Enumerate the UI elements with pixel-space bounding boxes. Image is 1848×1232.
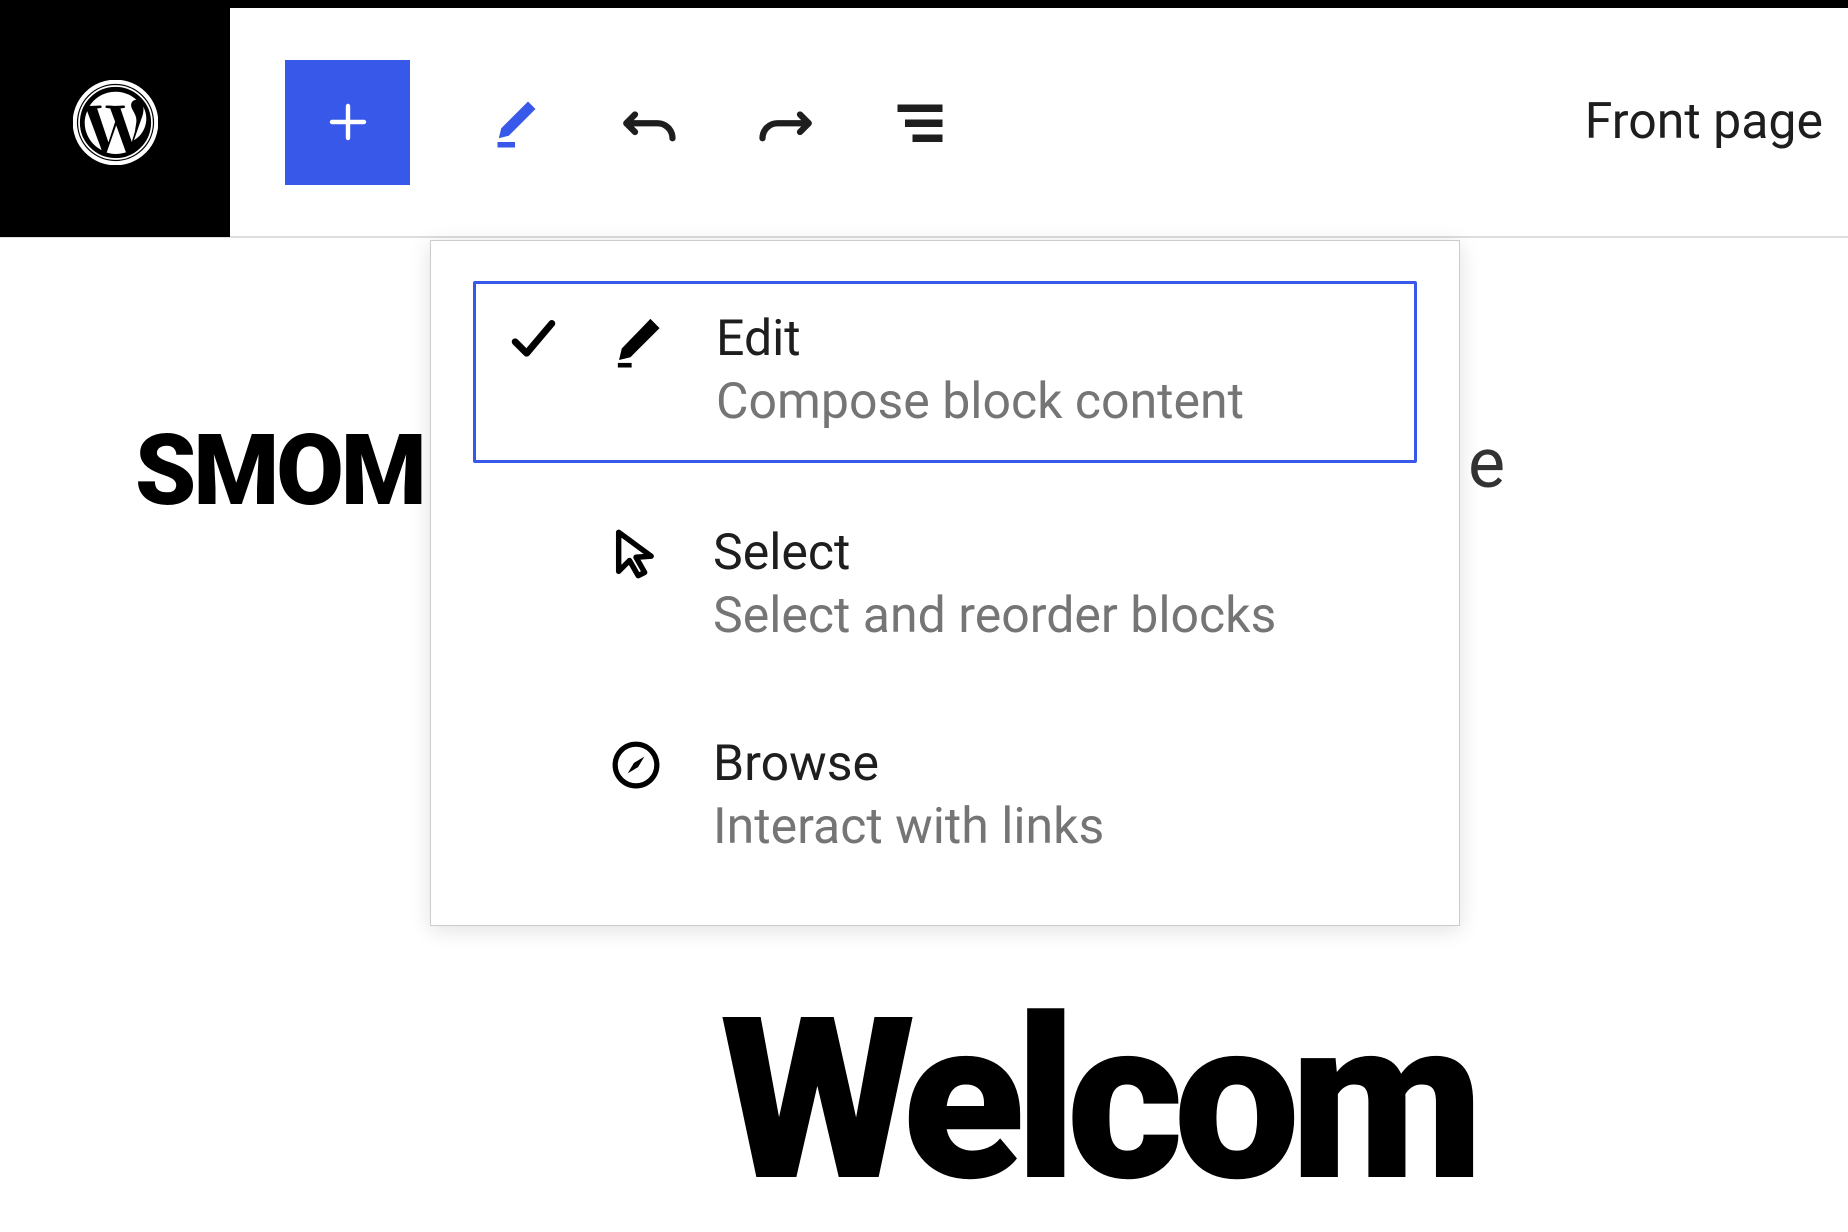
tools-mode-dropdown: Edit Compose block content Select Select…	[430, 240, 1460, 926]
dropdown-item-edit[interactable]: Edit Compose block content	[473, 281, 1417, 463]
site-title-partial: SMOM	[135, 413, 424, 528]
pencil-draw-icon	[611, 312, 666, 367]
toolbar-button-group	[230, 60, 950, 185]
wordpress-logo-button[interactable]	[0, 7, 230, 237]
dropdown-item-title: Select	[713, 526, 1387, 581]
page-title[interactable]: Front page	[1585, 93, 1823, 151]
pencil-icon	[485, 86, 545, 158]
list-view-icon	[890, 87, 950, 157]
undo-icon	[620, 91, 680, 153]
dropdown-item-desc: Select and reorder blocks	[713, 586, 1387, 646]
undo-button[interactable]	[620, 92, 680, 152]
tools-mode-button[interactable]	[485, 92, 545, 152]
dropdown-item-select[interactable]: Select Select and reorder blocks	[473, 498, 1417, 674]
redo-icon	[755, 91, 815, 153]
editor-toolbar: Front page	[0, 8, 1848, 238]
add-block-button[interactable]	[285, 60, 410, 185]
welcome-heading-partial: Welcom	[720, 968, 1474, 1232]
dropdown-item-desc: Interact with links	[713, 797, 1387, 857]
dropdown-item-browse[interactable]: Browse Interact with links	[473, 709, 1417, 885]
plus-icon	[324, 98, 372, 146]
dropdown-item-title: Browse	[713, 737, 1387, 792]
nav-text-partial: e	[1468, 423, 1505, 505]
cursor-icon	[608, 526, 663, 581]
top-black-bar	[0, 0, 1848, 8]
compass-icon	[608, 737, 663, 792]
dropdown-item-desc: Compose block content	[716, 372, 1384, 432]
document-overview-button[interactable]	[890, 92, 950, 152]
checkmark-icon	[506, 312, 561, 367]
redo-button[interactable]	[755, 92, 815, 152]
dropdown-item-title: Edit	[716, 312, 1384, 367]
wordpress-icon	[73, 80, 158, 165]
